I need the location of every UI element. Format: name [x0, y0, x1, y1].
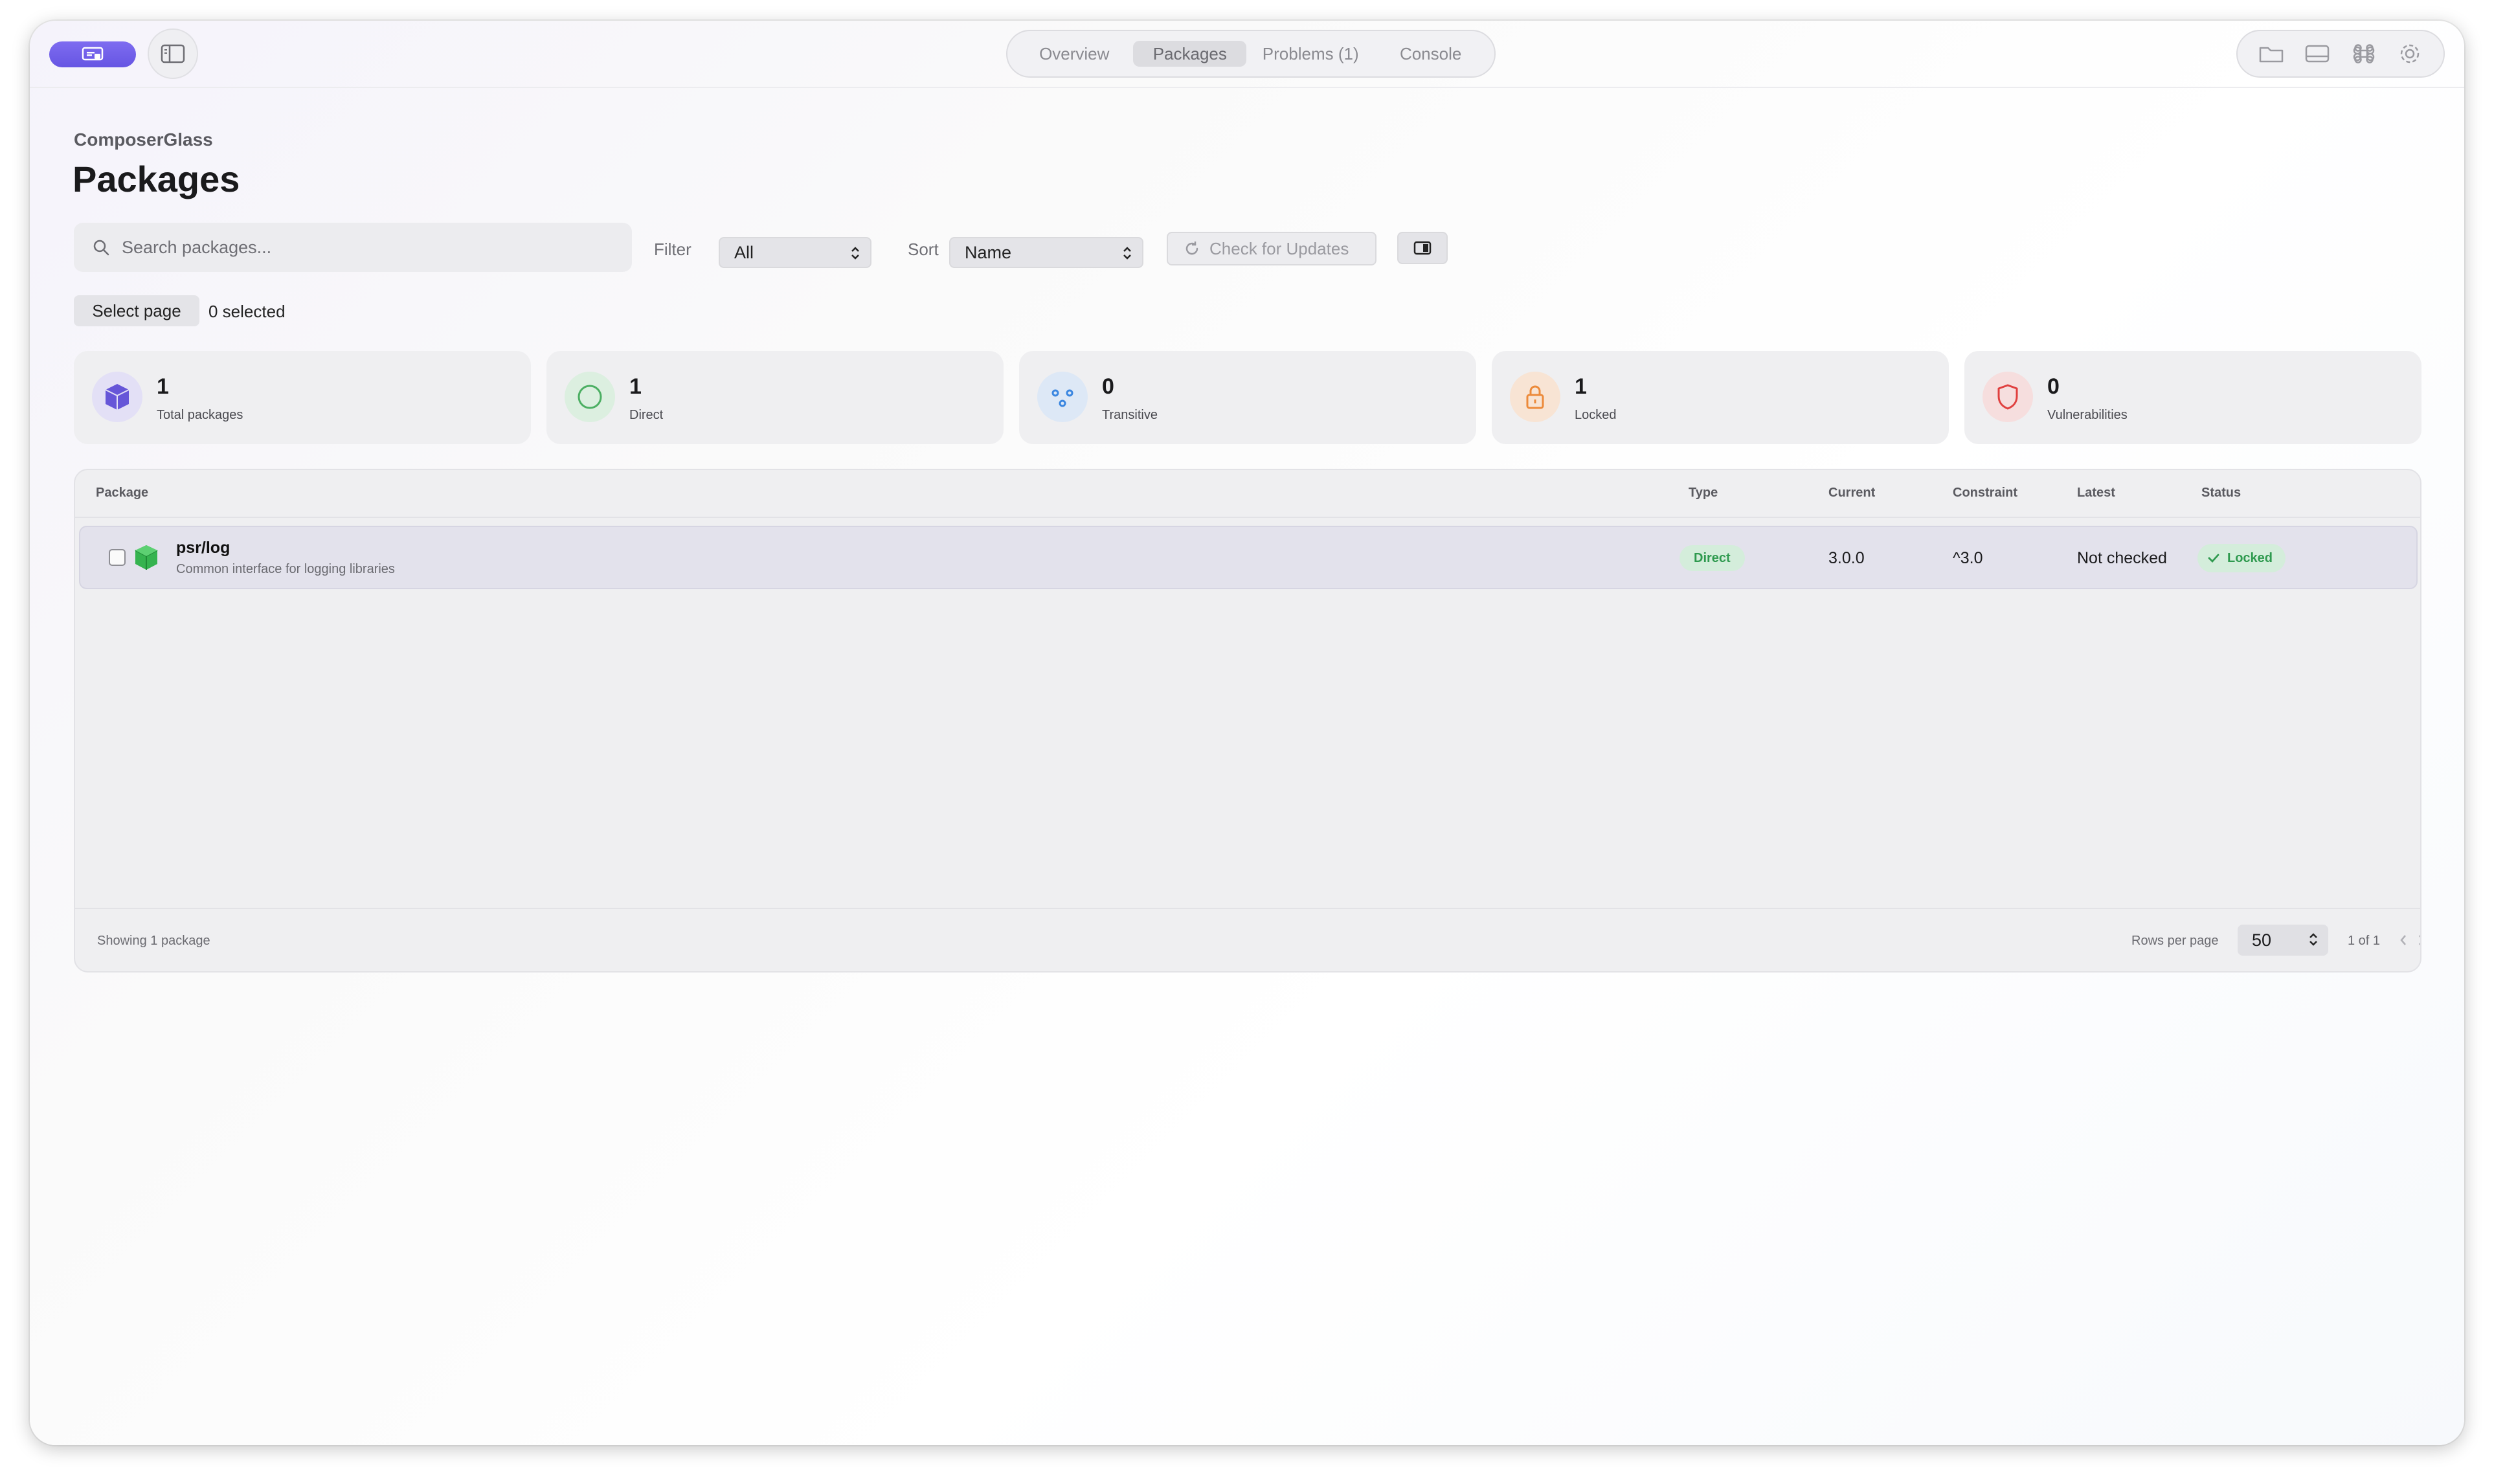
- page-indicator: 1 of 1: [2348, 934, 2381, 948]
- next-page-button[interactable]: [2412, 930, 2420, 950]
- window-tools: [2236, 30, 2445, 78]
- rows-per-page-value: 50: [2252, 930, 2272, 950]
- chevron-left-icon: [2400, 935, 2406, 945]
- check-updates-label: Check for Updates: [1209, 238, 1349, 258]
- check-updates-button[interactable]: Check for Updates: [1167, 232, 1376, 265]
- chevron-updown-icon: [2309, 933, 2317, 946]
- showing-count: Showing 1 package: [97, 934, 210, 948]
- status-badge: Locked: [2197, 544, 2286, 572]
- column-header-constraint[interactable]: Constraint: [1953, 486, 2017, 500]
- column-header-current[interactable]: Current: [1828, 486, 1875, 500]
- stat-value: 1: [1575, 374, 1587, 399]
- gear-icon[interactable]: [2396, 39, 2424, 68]
- filter-label: Filter: [654, 240, 691, 259]
- select-page-button[interactable]: Select page: [74, 295, 199, 326]
- table-footer: Showing 1 package Rows per page 50 1 of …: [75, 908, 2420, 971]
- table-header: Package Type Current Constraint Latest S…: [75, 470, 2420, 518]
- package-name: psr/log: [176, 539, 230, 557]
- stat-value: 0: [2047, 374, 2060, 399]
- filter-select[interactable]: All: [719, 237, 871, 268]
- titlebar: Overview Packages Problems (1) Console: [30, 21, 2464, 88]
- panel-bottom-icon[interactable]: [2303, 39, 2331, 68]
- stat-label: Transitive: [1102, 408, 1158, 422]
- row-checkbox[interactable]: [109, 549, 126, 566]
- stat-value: 0: [1102, 374, 1114, 399]
- status-label: Locked: [2227, 550, 2273, 565]
- rows-per-page-select[interactable]: 50: [2238, 925, 2328, 956]
- command-icon[interactable]: [2350, 39, 2378, 68]
- toggle-inspector-button[interactable]: [1397, 232, 1448, 264]
- column-header-package[interactable]: Package: [96, 486, 148, 500]
- previous-page-button[interactable]: [2394, 930, 2412, 950]
- column-header-latest[interactable]: Latest: [2077, 486, 2115, 500]
- search-input[interactable]: [122, 237, 614, 258]
- stat-card-total: 1 Total packages: [74, 351, 531, 444]
- search-icon: [93, 240, 109, 256]
- lock-icon: [1510, 372, 1560, 422]
- checkmark-icon: [2208, 554, 2219, 563]
- column-header-status[interactable]: Status: [2201, 486, 2241, 500]
- stat-label: Total packages: [157, 408, 243, 422]
- tab-packages[interactable]: Packages: [1133, 41, 1247, 67]
- selected-count: 0 selected: [208, 302, 286, 321]
- folder-icon[interactable]: [2257, 39, 2286, 68]
- toggle-sidebar-button[interactable]: [148, 28, 198, 79]
- search-box[interactable]: [74, 223, 632, 272]
- stat-value: 1: [629, 374, 642, 399]
- sidebar-icon: [161, 44, 185, 63]
- tab-problems[interactable]: Problems (1): [1246, 41, 1375, 67]
- sort-value: Name: [965, 242, 1012, 262]
- column-header-type[interactable]: Type: [1689, 486, 1718, 500]
- inspector-icon: [1413, 241, 1432, 255]
- cube-icon: [92, 372, 142, 422]
- sort-label: Sort: [908, 240, 939, 259]
- latest-version: Not checked: [2077, 549, 2167, 567]
- version-constraint: ^3.0: [1953, 549, 1983, 567]
- chevron-right-icon: [2419, 935, 2420, 945]
- network-icon: [1037, 372, 1088, 422]
- app-switcher-button[interactable]: [49, 41, 136, 67]
- stat-label: Vulnerabilities: [2047, 408, 2128, 422]
- stat-label: Direct: [629, 408, 664, 422]
- chevron-updown-icon: [851, 247, 859, 260]
- type-badge: Direct: [1680, 545, 1745, 571]
- breadcrumb: ComposerGlass: [74, 129, 213, 150]
- view-tabs: Overview Packages Problems (1) Console: [1006, 30, 1496, 78]
- circle-icon: [565, 372, 615, 422]
- tab-overview[interactable]: Overview: [1015, 41, 1133, 67]
- shield-icon: [1983, 372, 2033, 422]
- app-logo-icon: [82, 47, 104, 61]
- sort-select[interactable]: Name: [949, 237, 1143, 268]
- stat-card-locked: 1 Locked: [1492, 351, 1949, 444]
- page-title: Packages: [73, 159, 240, 199]
- stat-value: 1: [157, 374, 169, 399]
- chevron-updown-icon: [1123, 247, 1131, 260]
- table-row[interactable]: psr/log Common interface for logging lib…: [79, 526, 2418, 589]
- packages-table: Package Type Current Constraint Latest S…: [74, 469, 2421, 972]
- stat-card-transitive: 0 Transitive: [1019, 351, 1476, 444]
- stat-card-vulnerabilities: 0 Vulnerabilities: [1964, 351, 2421, 444]
- current-version: 3.0.0: [1828, 549, 1865, 567]
- stat-card-direct: 1 Direct: [546, 351, 1004, 444]
- app-window: Overview Packages Problems (1) Console C…: [30, 21, 2464, 1445]
- package-description: Common interface for logging libraries: [176, 562, 395, 576]
- refresh-icon: [1185, 242, 1198, 255]
- stat-label: Locked: [1575, 408, 1617, 422]
- package-icon: [135, 545, 158, 570]
- tab-console[interactable]: Console: [1375, 41, 1487, 67]
- rows-per-page-label: Rows per page: [2131, 934, 2219, 948]
- filter-value: All: [734, 242, 754, 262]
